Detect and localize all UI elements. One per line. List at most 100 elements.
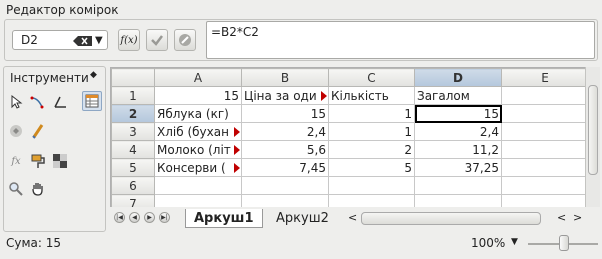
- column-header-b[interactable]: B: [241, 68, 329, 87]
- vertical-scrollbar[interactable]: [585, 67, 600, 207]
- checkmark-icon: [151, 35, 163, 46]
- table-tool-icon[interactable]: [82, 91, 102, 111]
- cell-c2[interactable]: 1: [328, 104, 415, 123]
- table-row: 7: [111, 194, 589, 207]
- column-header-c[interactable]: C: [328, 68, 415, 87]
- select-tool-icon[interactable]: [6, 92, 26, 112]
- pattern-tool-icon[interactable]: [50, 151, 70, 171]
- cell-d7[interactable]: [414, 194, 502, 207]
- cell-e1[interactable]: [501, 86, 589, 105]
- pen-tool-icon[interactable]: [28, 121, 48, 141]
- cell-b2[interactable]: 15: [241, 104, 329, 123]
- status-sum: Сума: 15: [6, 236, 62, 250]
- cell-reference-value: D2: [21, 33, 38, 47]
- cell-b6[interactable]: [241, 176, 329, 195]
- function-icon: f(x): [120, 34, 138, 46]
- cell-b3[interactable]: 2,4: [241, 122, 329, 141]
- cell-d2[interactable]: 15: [414, 104, 502, 123]
- column-header-e[interactable]: E: [501, 68, 589, 87]
- cell-a1[interactable]: 15: [154, 86, 242, 105]
- cell-d6[interactable]: [414, 176, 502, 195]
- tab-sheet2[interactable]: Аркуш2: [268, 209, 337, 228]
- cell-d3[interactable]: 2,4: [414, 122, 502, 141]
- cell-a2[interactable]: Яблука (кг): [154, 104, 242, 123]
- column-header-d[interactable]: D: [414, 68, 502, 87]
- horizontal-scroll-thumb[interactable]: [361, 212, 541, 225]
- scroll-left-icon[interactable]: <: [557, 211, 566, 224]
- row-header[interactable]: 3: [111, 122, 155, 141]
- scroll-right-icon[interactable]: >: [573, 211, 582, 224]
- vertical-scroll-thumb[interactable]: [588, 85, 598, 175]
- cell-b4[interactable]: 5,6: [241, 140, 329, 159]
- prev-sheet-icon[interactable]: ◀: [129, 212, 140, 223]
- table-row: 2 Яблука (кг) 15 1 15: [111, 104, 589, 123]
- cell-a4[interactable]: Молоко (літ: [154, 140, 242, 159]
- cancel-button[interactable]: [174, 29, 196, 51]
- path-tool-icon[interactable]: [28, 92, 48, 112]
- cell-b7[interactable]: [241, 194, 329, 207]
- cell-d4[interactable]: 11,2: [414, 140, 502, 159]
- cell-e4[interactable]: [501, 140, 589, 159]
- select-all-corner[interactable]: [111, 68, 155, 87]
- zoom-level[interactable]: 100%: [471, 236, 505, 250]
- cell-c6[interactable]: [328, 176, 415, 195]
- cell-c3[interactable]: 1: [328, 122, 415, 141]
- tab-sheet1[interactable]: Аркуш1: [185, 209, 263, 228]
- cell-b5[interactable]: 7,45: [241, 158, 329, 177]
- scroll-left-icon[interactable]: <: [348, 211, 357, 224]
- row-header[interactable]: 1: [111, 86, 155, 105]
- fx-tool-icon[interactable]: fx: [6, 151, 26, 171]
- function-button[interactable]: f(x): [118, 29, 140, 51]
- accept-button[interactable]: [146, 29, 168, 51]
- spreadsheet-grid[interactable]: A B C D E 1 15 Ціна за оди Кількість Заг…: [110, 67, 600, 207]
- shape-tool-icon[interactable]: [6, 121, 26, 141]
- chevron-down-icon[interactable]: ▼: [95, 35, 103, 46]
- clear-icon[interactable]: [73, 36, 93, 46]
- cell-d5[interactable]: 37,25: [414, 158, 502, 177]
- last-sheet-icon[interactable]: ▶|: [159, 212, 170, 223]
- cell-a3[interactable]: Хліб (бухан: [154, 122, 242, 141]
- table-row: 5 Консерви ( 7,45 5 37,25: [111, 158, 589, 177]
- cell-c5[interactable]: 5: [328, 158, 415, 177]
- cell-reference-combo[interactable]: D2 ▼: [12, 30, 108, 50]
- formula-input[interactable]: =B2*C2: [206, 21, 595, 59]
- zoom-slider-handle[interactable]: [559, 235, 569, 251]
- cell-e7[interactable]: [501, 194, 589, 207]
- row-header[interactable]: 4: [111, 140, 155, 159]
- table-row: 4 Молоко (літ 5,6 2 11,2: [111, 140, 589, 159]
- row-header[interactable]: 2: [111, 104, 155, 123]
- cancel-icon: [179, 34, 191, 46]
- row-header[interactable]: 6: [111, 176, 155, 195]
- table-row: 1 15 Ціна за оди Кількість Загалом: [111, 86, 589, 105]
- hand-tool-icon[interactable]: [28, 179, 48, 199]
- next-sheet-icon[interactable]: ▶: [144, 212, 155, 223]
- cell-editor-title: Редактор комірок: [6, 3, 119, 17]
- horizontal-scrollbar[interactable]: < < >: [347, 211, 584, 226]
- formula-text: =B2*C2: [211, 25, 259, 39]
- zoom-dropdown-icon[interactable]: ▼: [511, 237, 518, 247]
- first-sheet-icon[interactable]: |◀: [114, 212, 125, 223]
- panel-menu-icon[interactable]: ◆: [90, 70, 97, 80]
- cell-c7[interactable]: [328, 194, 415, 207]
- cell-editor-panel: D2 ▼ f(x) =B2*C2: [4, 19, 598, 61]
- cell-a5[interactable]: Консерви (: [154, 158, 242, 177]
- cell-d1[interactable]: Загалом: [414, 86, 502, 105]
- format-painter-icon[interactable]: [28, 151, 48, 171]
- cell-e6[interactable]: [501, 176, 589, 195]
- angle-tool-icon[interactable]: [50, 92, 70, 112]
- cell-b1[interactable]: Ціна за оди: [241, 86, 329, 105]
- column-header-a[interactable]: A: [154, 68, 242, 87]
- cell-a7[interactable]: [154, 194, 242, 207]
- row-header[interactable]: 7: [111, 194, 155, 207]
- table-row: 3 Хліб (бухан 2,4 1 2,4: [111, 122, 589, 141]
- cell-a6[interactable]: [154, 176, 242, 195]
- cell-c4[interactable]: 2: [328, 140, 415, 159]
- zoom-tool-icon[interactable]: [6, 179, 26, 199]
- row-header[interactable]: 5: [111, 158, 155, 177]
- cell-e2[interactable]: [501, 104, 589, 123]
- cell-c1[interactable]: Кількість: [328, 86, 415, 105]
- tools-panel: Інструменти ◆ fx: [3, 66, 106, 232]
- cell-e3[interactable]: [501, 122, 589, 141]
- cell-e5[interactable]: [501, 158, 589, 177]
- sheet-tab-bar: |◀ ◀ ▶ ▶| Аркуш1 Аркуш2 < < >: [110, 208, 600, 230]
